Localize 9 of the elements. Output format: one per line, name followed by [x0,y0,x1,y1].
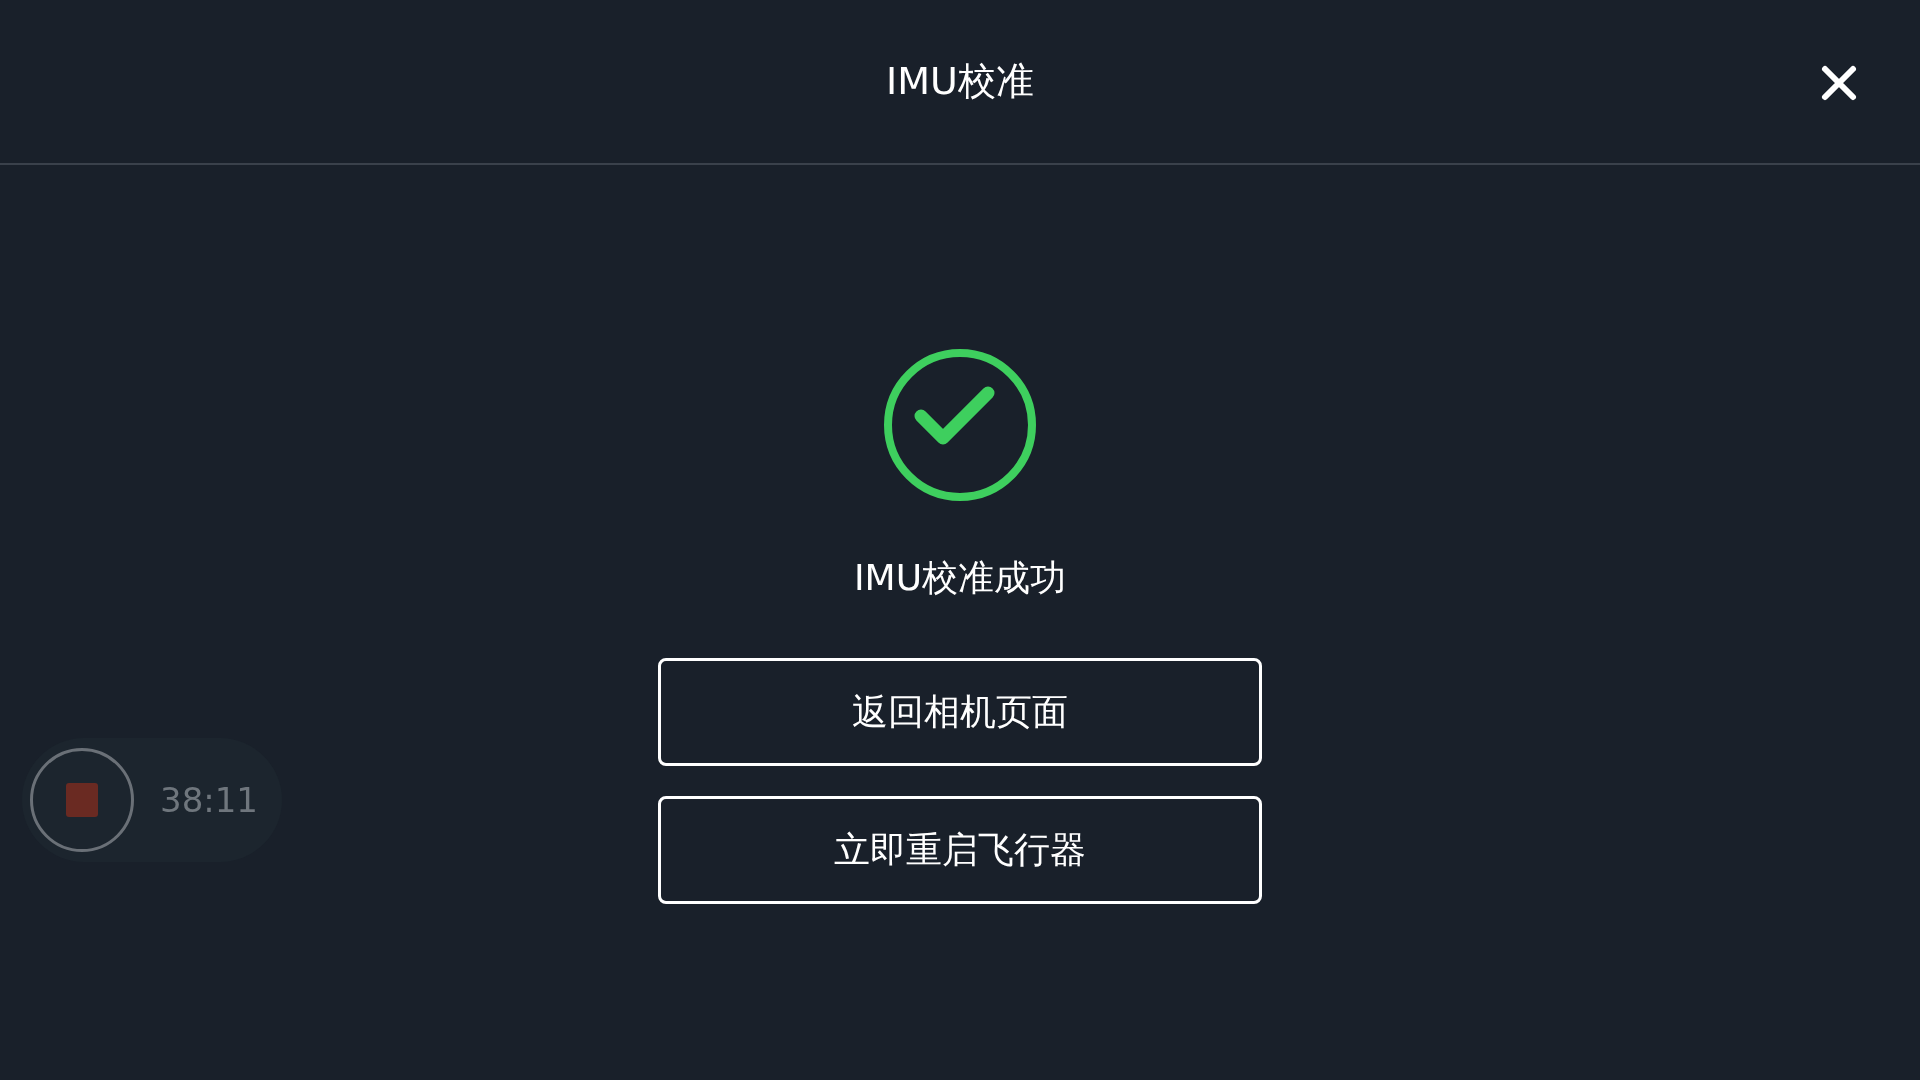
window-title: IMU校准 [886,58,1034,105]
close-icon [1820,64,1858,102]
record-time: 38:11 [160,780,258,820]
close-button[interactable] [1820,64,1858,102]
status-message: IMU校准成功 [854,556,1066,600]
stop-icon [66,783,98,817]
action-button[interactable]: 返回相机页面 [658,658,1262,766]
stop-record-button[interactable] [30,748,134,852]
action-button[interactable]: 立即重启飞行器 [658,796,1262,904]
